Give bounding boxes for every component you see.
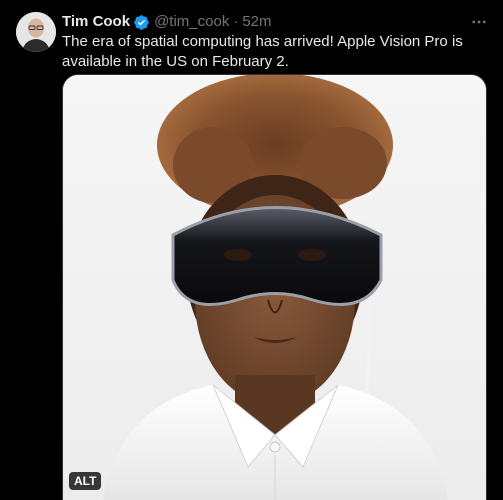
avatar-image: [16, 12, 56, 52]
timestamp[interactable]: 52m: [242, 12, 271, 32]
tweet[interactable]: Tim Cook @tim_cook · 52m The era of spat…: [0, 0, 503, 500]
user-handle[interactable]: @tim_cook: [154, 12, 229, 32]
separator-dot: ·: [233, 13, 239, 30]
verified-badge-icon: [133, 14, 150, 31]
more-horizontal-icon[interactable]: [469, 12, 489, 32]
vision-pro-photo: [63, 75, 486, 500]
tweet-header: Tim Cook @tim_cook · 52m: [62, 12, 487, 32]
alt-text-badge[interactable]: ALT: [69, 472, 102, 490]
avatar[interactable]: [16, 12, 56, 52]
tweet-media-image[interactable]: [62, 74, 487, 500]
tweet-text: The era of spatial computing has arrived…: [62, 33, 467, 70]
display-name[interactable]: Tim Cook: [62, 12, 130, 32]
